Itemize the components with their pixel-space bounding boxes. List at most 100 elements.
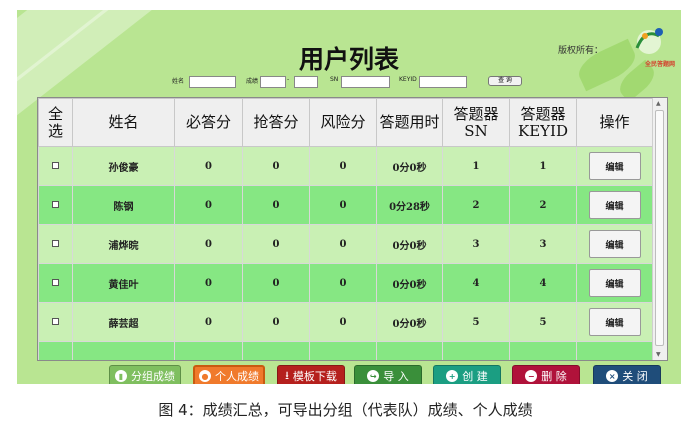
action-cell: 编辑 xyxy=(576,224,653,264)
answer-time-cell: 0分0秒 xyxy=(376,302,443,342)
user-table: 全选 姓名 必答分 抢答分 风险分 答题用时 答题器SN 答题器KEYID 操作… xyxy=(37,97,668,361)
device-sn-cell: 3 xyxy=(442,224,510,264)
device-keyid-cell: 4 xyxy=(509,263,577,303)
personal-scores-button[interactable]: ● 个人成绩 xyxy=(193,365,265,384)
edit-button[interactable]: 编辑 xyxy=(588,191,641,219)
action-cell xyxy=(576,341,653,360)
rush-score-cell: 0 xyxy=(242,224,310,264)
edit-button[interactable]: 编辑 xyxy=(588,230,641,258)
risk-score-header: 风险分 xyxy=(309,98,377,147)
action-cell: 编辑 xyxy=(576,146,653,186)
edit-button[interactable]: 编辑 xyxy=(588,269,641,297)
create-button[interactable]: + 创 建 xyxy=(433,365,501,384)
scrollbar-thumb[interactable] xyxy=(655,110,664,346)
row-select-cell xyxy=(38,185,73,225)
device-keyid-cell xyxy=(509,341,577,360)
rush-score-cell: 0 xyxy=(242,263,310,303)
row-checkbox[interactable] xyxy=(52,317,59,325)
range-separator: - xyxy=(287,76,290,83)
device-sn-cell: 1 xyxy=(442,146,510,186)
name-cell: 薛芸超 xyxy=(72,302,175,342)
person-icon: ● xyxy=(199,370,211,382)
table-row: 黄佳叶 0 0 0 0分0秒 4 4 编辑 xyxy=(38,263,653,303)
keyid-input[interactable] xyxy=(419,76,467,88)
select-all-header[interactable]: 全选 xyxy=(38,98,73,147)
table-header-row: 全选 姓名 必答分 抢答分 风险分 答题用时 答题器SN 答题器KEYID 操作 xyxy=(38,98,653,147)
plus-icon: + xyxy=(446,370,459,382)
name-cell: 黄佳叶 xyxy=(72,263,175,303)
query-button[interactable]: 查 询 xyxy=(488,76,522,86)
action-header: 操作 xyxy=(576,98,653,147)
import-button[interactable]: ↪ 导 入 xyxy=(354,365,422,384)
table-row: 孙俊豪 0 0 0 0分0秒 1 1 编辑 xyxy=(38,146,653,186)
rush-score-cell: 0 xyxy=(242,146,310,186)
device-keyid-cell: 5 xyxy=(509,302,577,342)
row-checkbox[interactable] xyxy=(52,200,59,208)
minus-icon: − xyxy=(525,370,538,382)
row-checkbox[interactable] xyxy=(52,161,59,169)
row-checkbox[interactable] xyxy=(52,278,59,286)
required-score-cell: 0 xyxy=(174,185,243,225)
device-sn-cell xyxy=(442,341,510,360)
edit-button[interactable]: 编辑 xyxy=(588,308,641,336)
rush-score-cell: 0 xyxy=(242,185,310,225)
name-input[interactable] xyxy=(189,76,236,88)
group-scores-button[interactable]: ▮ 分组成绩 xyxy=(109,365,181,384)
risk-score-cell: 0 xyxy=(309,263,377,303)
risk-score-cell: 0 xyxy=(309,146,377,186)
import-label: 导 入 xyxy=(383,370,409,383)
close-button[interactable]: × 关 闭 xyxy=(593,365,661,384)
name-cell: 孙俊豪 xyxy=(72,146,175,186)
risk-score-cell xyxy=(309,341,377,360)
close-label: 关 闭 xyxy=(622,370,648,383)
scroll-down-icon[interactable]: ▼ xyxy=(656,351,661,358)
device-keyid-cell: 2 xyxy=(509,185,577,225)
import-icon: ↪ xyxy=(367,370,380,382)
device-keyid-cell: 3 xyxy=(509,224,577,264)
delete-button[interactable]: − 删 除 xyxy=(512,365,580,384)
table-row: 浦烨晥 0 0 0 0分0秒 3 3 编辑 xyxy=(38,224,653,264)
table-scrollbar[interactable]: ▲ ▼ xyxy=(652,98,667,360)
template-download-button[interactable]: ⭳ 模板下载 xyxy=(277,365,345,384)
edit-button[interactable]: 编辑 xyxy=(588,152,641,180)
name-cell xyxy=(72,341,175,360)
group-scores-label: 分组成绩 xyxy=(131,370,175,383)
table-row: 薛芸超 0 0 0 0分0秒 5 5 编辑 xyxy=(38,302,653,342)
required-score-cell: 0 xyxy=(174,302,243,342)
rush-score-cell xyxy=(242,341,310,360)
action-cell: 编辑 xyxy=(576,185,653,225)
sn-label: SN xyxy=(330,76,339,83)
risk-score-cell: 0 xyxy=(309,302,377,342)
score-min-input[interactable] xyxy=(260,76,286,88)
required-score-cell: 0 xyxy=(174,224,243,264)
required-score-header: 必答分 xyxy=(174,98,243,147)
name-cell: 陈钢 xyxy=(72,185,175,225)
answer-time-header: 答题用时 xyxy=(376,98,443,147)
row-select-cell xyxy=(38,224,73,264)
personal-scores-label: 个人成绩 xyxy=(215,370,259,383)
row-select-cell xyxy=(38,341,73,360)
table-row xyxy=(38,341,653,360)
action-cell: 编辑 xyxy=(576,302,653,342)
delete-label: 删 除 xyxy=(541,370,567,383)
scroll-up-icon[interactable]: ▲ xyxy=(656,100,661,107)
action-cell: 编辑 xyxy=(576,263,653,303)
chart-icon: ▮ xyxy=(115,370,127,382)
row-select-cell xyxy=(38,146,73,186)
rush-score-header: 抢答分 xyxy=(242,98,310,147)
score-max-input[interactable] xyxy=(294,76,318,88)
answer-time-cell: 0分0秒 xyxy=(376,146,443,186)
row-select-cell xyxy=(38,263,73,303)
create-label: 创 建 xyxy=(462,370,488,383)
sn-input[interactable] xyxy=(341,76,390,88)
risk-score-cell: 0 xyxy=(309,224,377,264)
app-window: 用户列表 版权所有： 全民答题网 姓名 成绩 - SN KEYID 查 询 全选 xyxy=(17,10,681,384)
risk-score-cell: 0 xyxy=(309,185,377,225)
copyright-label: 版权所有： xyxy=(557,46,603,56)
figure-caption: 图 4：成绩汇总，可导出分组（代表队）成绩、个人成绩 xyxy=(158,401,533,419)
device-sn-cell: 2 xyxy=(442,185,510,225)
row-checkbox[interactable] xyxy=(52,239,59,247)
name-cell: 浦烨晥 xyxy=(72,224,175,264)
device-keyid-header: 答题器KEYID xyxy=(509,98,577,147)
answer-time-cell: 0分0秒 xyxy=(376,224,443,264)
